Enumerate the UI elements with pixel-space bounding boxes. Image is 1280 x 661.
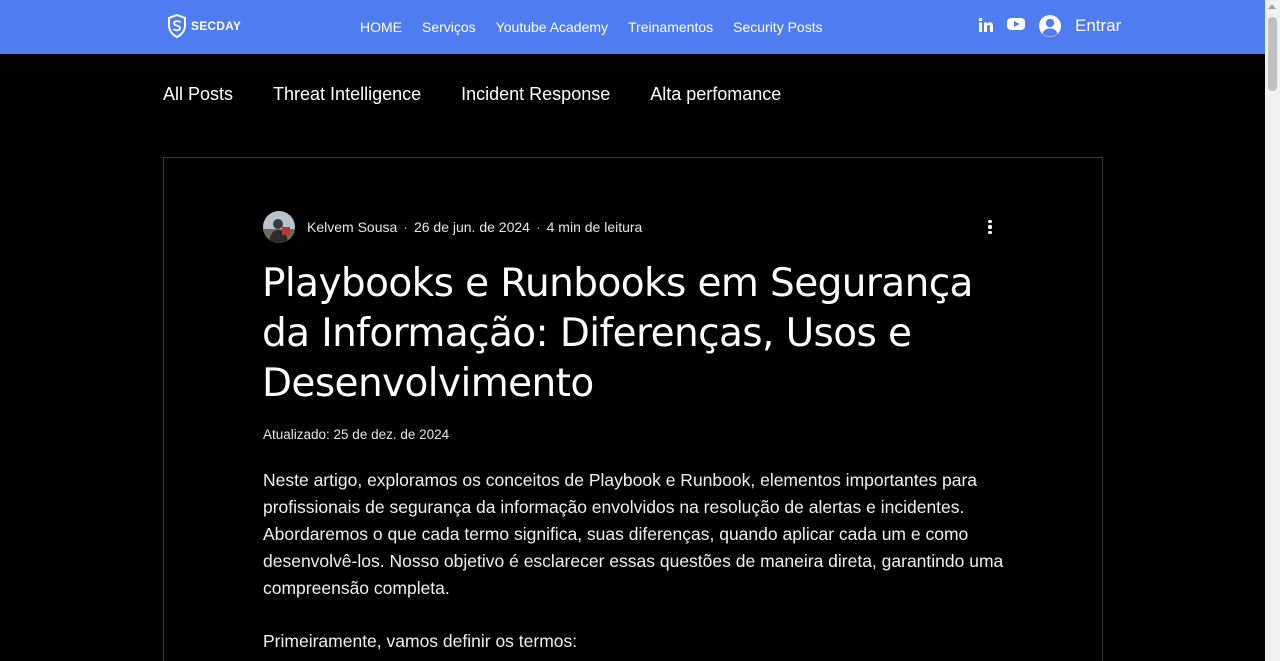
more-options-dot-icon	[988, 230, 992, 235]
logo-text: SECDAY	[191, 19, 242, 33]
nav-treinamentos[interactable]: Treinamentos	[628, 19, 713, 35]
read-time: 4 min de leitura	[546, 219, 643, 235]
top-navigation-bar: SECDAY HOME Serviços Youtube Academy Tre…	[0, 0, 1265, 54]
post-paragraph: Primeiramente, vamos definir os termos:	[263, 631, 578, 651]
post-date: 26 de jun. de 2024	[413, 219, 530, 235]
more-options-dot-icon	[988, 219, 992, 224]
post-meta: Kelvem Sousa · 26 de jun. de 2024 · 4 mi…	[263, 211, 642, 243]
main-nav: HOME Serviços Youtube Academy Treinament…	[350, 0, 833, 54]
category-incident-response[interactable]: Incident Response	[461, 84, 610, 105]
post-title: Playbooks e Runbooks em Segurança da Inf…	[262, 261, 973, 406]
meta-separator: ·	[535, 219, 541, 235]
post-intro-paragraph: Neste artigo, exploramos os conceitos de…	[263, 470, 1004, 598]
login-button[interactable]: Entrar	[1038, 14, 1121, 38]
youtube-link[interactable]	[1007, 17, 1025, 31]
blog-category-menu: All Posts Threat Intelligence Incident R…	[163, 84, 821, 105]
nav-home[interactable]: HOME	[360, 19, 402, 35]
author-photo-icon	[263, 211, 295, 243]
secday-logo[interactable]: SECDAY	[167, 14, 241, 38]
nav-servicos[interactable]: Serviços	[422, 19, 476, 35]
shield-logo-icon	[168, 14, 186, 38]
nav-security-posts[interactable]: Security Posts	[733, 19, 822, 35]
scroll-up-arrow-icon[interactable]	[1268, 4, 1276, 9]
meta-separator: ·	[403, 219, 408, 235]
user-avatar-icon	[1039, 15, 1061, 37]
category-threat-intelligence[interactable]: Threat Intelligence	[273, 84, 421, 105]
author-name[interactable]: Kelvem Sousa	[307, 219, 397, 235]
nav-youtube-academy[interactable]: Youtube Academy	[496, 19, 608, 35]
youtube-icon	[1007, 18, 1025, 30]
category-all-posts[interactable]: All Posts	[163, 84, 233, 105]
login-label: Entrar	[1075, 16, 1122, 35]
category-alta-perfomance[interactable]: Alta perfomance	[650, 84, 781, 105]
more-options-dot-icon	[988, 225, 992, 229]
updated-date: Atualizado: 25 de dez. de 2024	[263, 427, 450, 442]
scrollbar-thumb[interactable]	[1268, 17, 1277, 91]
linkedin-link[interactable]	[978, 17, 994, 33]
page-scrollbar[interactable]	[1265, 0, 1280, 661]
linkedin-icon	[978, 17, 993, 32]
author-avatar[interactable]	[263, 211, 295, 243]
more-options-button[interactable]	[980, 216, 1000, 238]
